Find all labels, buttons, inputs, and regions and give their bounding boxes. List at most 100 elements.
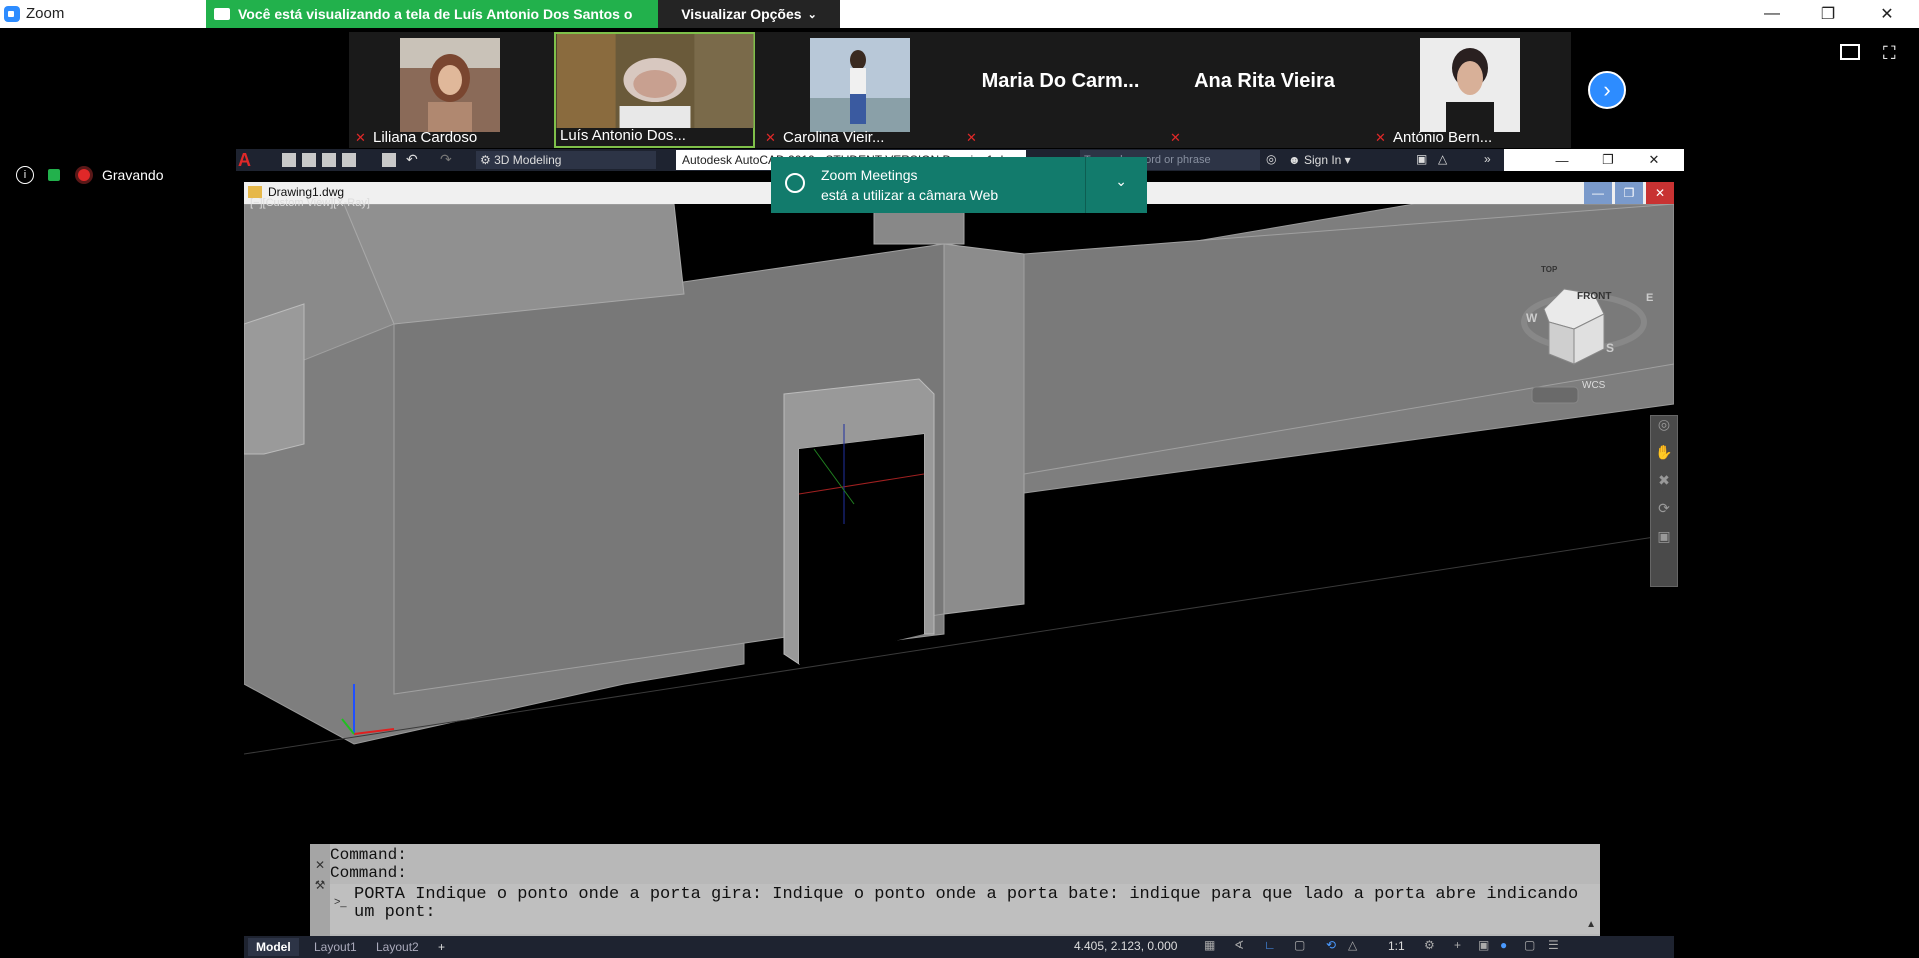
annotation-icon[interactable]: △ [1348, 938, 1357, 952]
screen-share-icon [214, 8, 230, 20]
command-current-text: PORTA Indique o ponto onde a porta gira:… [354, 885, 1579, 922]
toast-message: está a utilizar a câmara Web [821, 187, 999, 203]
steering-wheel-icon[interactable]: ◎ [1651, 416, 1677, 444]
wrench-icon[interactable]: ⚒ [310, 878, 330, 892]
gear-icon: ⚙ [480, 153, 491, 167]
ortho-icon[interactable]: ∟ [1264, 938, 1276, 952]
isolate-icon[interactable]: ▣ [1478, 938, 1489, 952]
participant-tile[interactable]: ✕ Liliana Cardoso [349, 32, 550, 148]
muted-mic-icon: ✕ [355, 130, 366, 145]
view-options-button[interactable]: Visualizar Opções ⌄ [658, 0, 840, 28]
view-controls-label[interactable]: [−][Custom View][X-Ray] [250, 197, 370, 209]
document-minimize-icon[interactable]: — [1584, 182, 1612, 204]
sign-in-label: Sign In [1303, 153, 1342, 167]
participant-tile[interactable]: ✕ António Bern... [1369, 32, 1570, 148]
chevron-down-icon: ⌄ [807, 8, 817, 21]
command-prompt-icon[interactable]: >_ [334, 896, 347, 908]
hardware-accel-icon[interactable]: ● [1500, 938, 1507, 952]
recording-indicator: i Gravando [16, 166, 163, 184]
next-participants-button[interactable]: › [1588, 71, 1626, 109]
minimize-icon[interactable]: — [1749, 0, 1795, 28]
save-as-icon[interactable] [342, 153, 356, 167]
osnap-icon[interactable]: ⟲ [1326, 938, 1336, 952]
workspace-gear-icon[interactable]: ⚙ [1424, 938, 1435, 952]
participants-strip: ✕ Liliana Cardoso Luís Antonio Dos... ✕ … [349, 32, 1571, 148]
customize-menu-icon[interactable]: ☰ [1548, 938, 1559, 952]
command-history-line: Command: [330, 864, 407, 882]
command-line-window: ✕ ⚒ Command: Command: >_ PORTA Indique o… [310, 844, 1600, 936]
recording-label: Gravando [102, 167, 164, 183]
plus-icon[interactable]: + [1454, 938, 1461, 952]
close-icon[interactable]: ✕ [1864, 0, 1910, 28]
muted-mic-icon: ✕ [966, 130, 977, 145]
participant-name: Carolina Vieir... [783, 129, 885, 146]
clean-screen-icon[interactable]: ▢ [1524, 938, 1535, 952]
muted-mic-icon: ✕ [1375, 130, 1386, 145]
fullscreen-icon[interactable]: ⛶ [1883, 43, 1903, 63]
print-icon[interactable] [382, 153, 396, 167]
grid-icon[interactable]: ▦ [1204, 938, 1215, 952]
sign-in-button[interactable]: ☻ Sign In ▾ [1288, 151, 1351, 169]
camera-in-use-toast[interactable]: Zoom Meetings está a utilizar a câmara W… [771, 157, 1147, 213]
add-layout-button[interactable]: + [430, 938, 453, 956]
command-input[interactable]: >_ PORTA Indique o ponto onde a porta gi… [330, 884, 1600, 934]
participant-tile[interactable]: ✕ Carolina Vieir... [759, 32, 960, 148]
muted-mic-icon: ✕ [765, 130, 776, 145]
zoom-logo-icon [4, 6, 20, 22]
document-close-icon[interactable]: ✕ [1646, 182, 1674, 204]
participant-video [809, 38, 910, 132]
participant-video [556, 34, 753, 128]
autocad-minimize-icon[interactable]: — [1539, 149, 1585, 171]
ucs-menu-button[interactable] [1531, 386, 1579, 404]
cart-icon[interactable]: ▣ [1416, 152, 1427, 166]
showmotion-icon[interactable]: ▣ [1651, 528, 1677, 556]
document-restore-icon[interactable]: ❐ [1615, 182, 1643, 204]
chevron-right-icon: › [1603, 77, 1611, 102]
recording-dot-icon [78, 169, 90, 181]
coordinates-readout[interactable]: 4.405, 2.123, 0.000 [1074, 939, 1177, 953]
tab-model[interactable]: Model [248, 938, 299, 956]
snap-icon[interactable]: ∢ [1234, 938, 1244, 952]
redo-icon[interactable]: ↷ [440, 151, 452, 168]
workspace-select[interactable]: ⚙ 3D Modeling [476, 151, 656, 169]
orbit-icon[interactable]: ⟳ [1651, 500, 1677, 528]
binoculars-icon[interactable]: ◎ [1266, 152, 1276, 166]
tab-layout2[interactable]: Layout2 [368, 938, 427, 956]
info-icon[interactable]: i [16, 166, 34, 184]
zoom-extents-icon[interactable]: ✖ [1651, 472, 1677, 500]
more-tools-icon[interactable]: » [1484, 152, 1491, 166]
autocad-close-icon[interactable]: ✕ [1631, 149, 1677, 171]
compass-west-label: W [1526, 311, 1538, 325]
participant-name-placeholder: Maria Do Carm... [981, 70, 1140, 92]
layout-view-icon[interactable] [1840, 44, 1860, 60]
muted-mic-icon: ✕ [1170, 130, 1181, 145]
open-file-icon[interactable] [302, 153, 316, 167]
autodesk-a360-icon[interactable]: △ [1438, 152, 1447, 166]
participant-tile-active-speaker[interactable]: Luís Antonio Dos... [554, 32, 755, 148]
3d-viewport[interactable] [244, 204, 1674, 912]
close-command-line-icon[interactable]: ✕ [310, 858, 330, 872]
participant-tile[interactable]: Ana Rita Vieira ✕ [1164, 32, 1365, 148]
command-history: Command: Command: [330, 846, 407, 882]
participant-name-placeholder: Ana Rita Vieira [1194, 70, 1335, 92]
participant-video [399, 38, 500, 132]
participant-tile[interactable]: Maria Do Carm... ✕ [960, 32, 1161, 148]
tab-layout1[interactable]: Layout1 [306, 938, 365, 956]
autocad-window: A ↶ ↷ ⚙ 3D Modeling Autodesk AutoCAD 201… [236, 149, 1684, 958]
maximize-icon[interactable]: ❐ [1805, 0, 1851, 28]
chevron-down-icon[interactable]: ⌄ [1115, 173, 1127, 190]
viewcube-front-label: FRONT [1577, 291, 1612, 302]
pan-icon[interactable]: ✋ [1651, 444, 1677, 472]
isodraft-icon[interactable]: ▢ [1294, 938, 1305, 952]
annotation-scale[interactable]: 1:1 [1388, 939, 1405, 953]
autocad-restore-icon[interactable]: ❐ [1585, 149, 1631, 171]
workspace-label: 3D Modeling [494, 153, 562, 167]
participant-name: Liliana Cardoso [373, 129, 478, 146]
lock-icon[interactable] [48, 169, 60, 181]
undo-icon[interactable]: ↶ [406, 151, 418, 168]
command-history-toggle-icon[interactable]: ▲ [1586, 919, 1596, 930]
ucs-label: WCS [1582, 380, 1606, 391]
save-icon[interactable] [322, 153, 336, 167]
autocad-logo-icon[interactable]: A [238, 150, 260, 170]
new-file-icon[interactable] [282, 153, 296, 167]
